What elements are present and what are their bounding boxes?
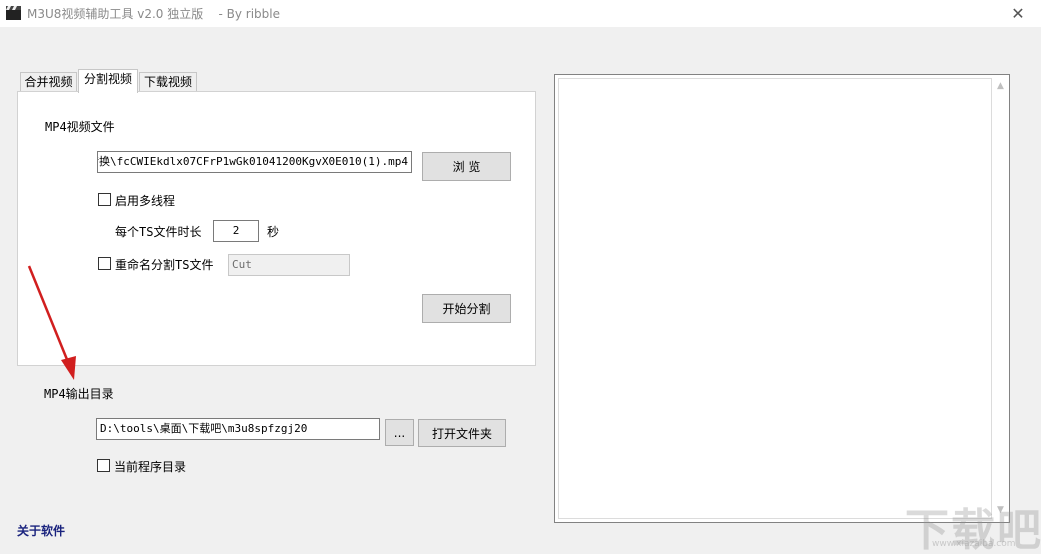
split-video-panel: MP4视频文件 式转换\fcCWIEkdlx07CFrP1wGk01041200… [17,91,536,366]
ts-duration-unit: 秒 [267,225,280,239]
log-textarea[interactable]: ▲ ▼ [554,74,1010,523]
scroll-up-icon[interactable]: ▲ [992,78,1009,95]
start-split-button-label: 开始分割 [442,302,491,316]
output-path-value: D:\tools\桌面\下载吧\m3u8spfzgj20 [100,422,308,435]
output-path-input[interactable]: D:\tools\桌面\下载吧\m3u8spfzgj20 [96,418,380,440]
tab-split-video[interactable]: 分割视频 [78,69,138,93]
tab-label: 合并视频 [24,75,73,89]
ts-duration-value: 2 [232,224,240,237]
ellipsis-label: ... [393,425,406,440]
ts-duration-label: 每个TS文件时长 [115,225,202,239]
vertical-scrollbar[interactable]: ▲ ▼ [992,75,1009,522]
browse-button[interactable]: 浏 览 [422,152,511,181]
open-folder-button[interactable]: 打开文件夹 [418,419,506,447]
rename-ts-label: 重命名分割TS文件 [115,258,214,272]
window-title: M3U8视频辅助工具 v2.0 独立版 - By ribble [27,7,280,21]
browse-button-label: 浏 览 [452,160,481,174]
watermark-url: www.xiazaiba.com [932,539,1016,549]
tab-download-video[interactable]: 下载视频 [139,72,197,92]
close-icon: ✕ [1011,4,1025,23]
mp4-file-input-value: 式转换\fcCWIEkdlx07CFrP1wGk01041200KgvX0E01… [97,155,408,168]
current-dir-label: 当前程序目录 [114,460,187,474]
title-bar: M3U8视频辅助工具 v2.0 独立版 - By ribble ✕ [0,0,1041,27]
choose-folder-button[interactable]: ... [385,419,414,446]
log-content [558,78,992,519]
ts-duration-input[interactable]: 2 [213,220,259,242]
about-software-link[interactable]: 关于软件 [17,522,65,539]
multithread-label: 启用多线程 [115,194,176,208]
current-dir-checkbox[interactable] [97,459,110,472]
rename-ts-checkbox[interactable] [98,257,111,270]
open-folder-button-label: 打开文件夹 [431,426,492,441]
rename-ts-value: Cut [232,258,252,271]
multithread-checkbox[interactable] [98,193,111,206]
mp4-file-input[interactable]: 式转换\fcCWIEkdlx07CFrP1wGk01041200KgvX0E01… [97,151,412,173]
mp4-output-label: MP4输出目录 [44,387,114,401]
tab-label: 分割视频 [83,72,132,86]
start-split-button[interactable]: 开始分割 [422,294,511,323]
close-button[interactable]: ✕ [995,0,1041,27]
mp4-file-label: MP4视频文件 [45,120,115,134]
tab-label: 下载视频 [143,75,192,89]
clapperboard-icon [6,6,21,20]
rename-ts-input[interactable]: Cut [228,254,350,276]
tab-merge-video[interactable]: 合并视频 [20,72,77,92]
